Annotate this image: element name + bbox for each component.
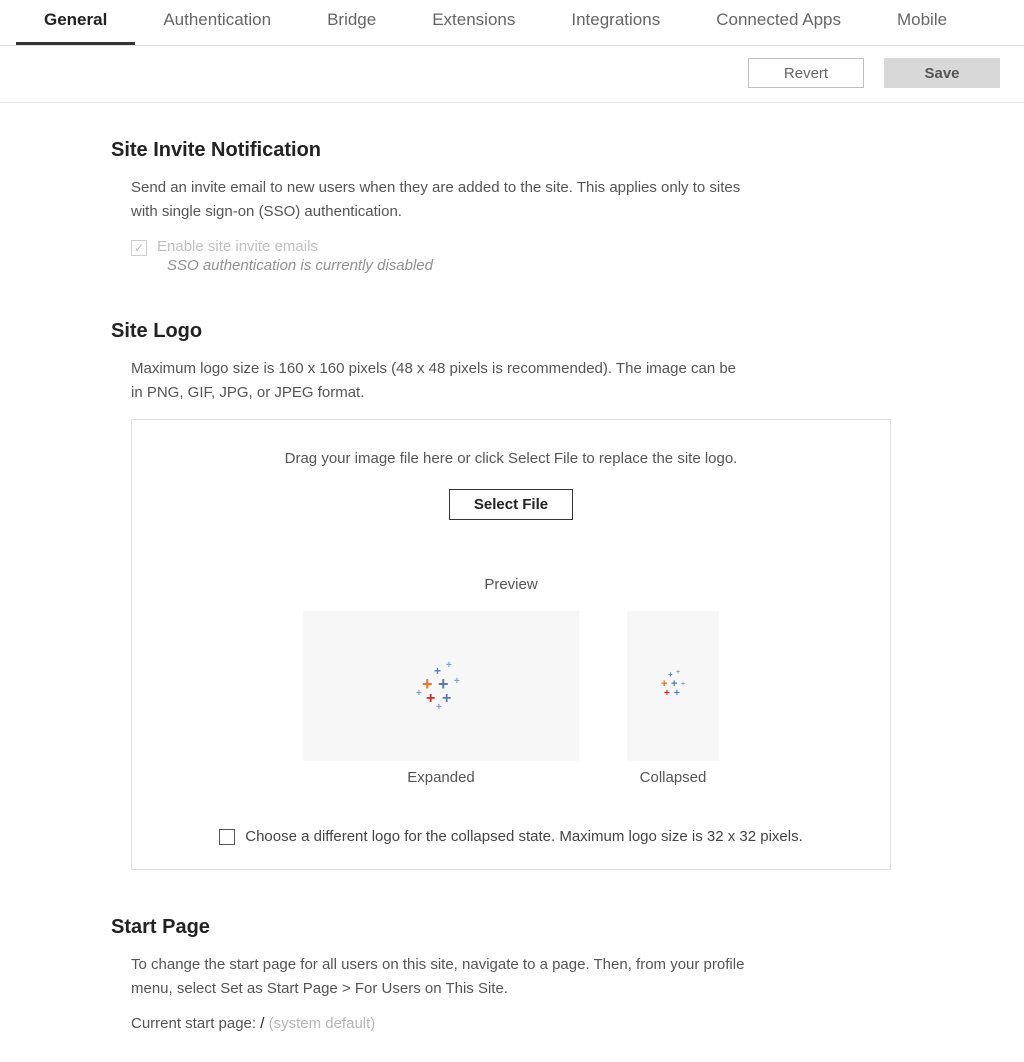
tab-mobile[interactable]: Mobile xyxy=(869,0,975,45)
start-page-current-path: / xyxy=(260,1015,264,1032)
preview-expanded-box: + + + + + + + + + xyxy=(303,611,579,761)
logo-icon: + + + + + + + + + xyxy=(416,661,466,711)
different-collapsed-logo-checkbox[interactable] xyxy=(219,829,235,845)
preview-collapsed-caption: Collapsed xyxy=(627,769,719,786)
tab-integrations[interactable]: Integrations xyxy=(543,0,688,45)
settings-tabs: General Authentication Bridge Extensions… xyxy=(0,0,1024,46)
site-invite-desc: Send an invite email to new users when t… xyxy=(131,176,751,224)
logo-icon-small: + + + + + + + xyxy=(658,671,688,701)
logo-drop-zone[interactable]: Drag your image file here or click Selec… xyxy=(131,419,891,870)
save-button[interactable]: Save xyxy=(884,58,1000,88)
site-logo-heading: Site Logo xyxy=(111,320,900,343)
revert-button[interactable]: Revert xyxy=(748,58,864,88)
site-invite-heading: Site Invite Notification xyxy=(111,139,900,162)
start-page-current-label: Current start page: xyxy=(131,1015,256,1032)
enable-invite-note: SSO authentication is currently disabled xyxy=(167,257,433,274)
enable-invite-label-group: Enable site invite emails SSO authentica… xyxy=(157,238,433,274)
start-page-current: Current start page: / (system default) xyxy=(131,1015,900,1032)
different-collapsed-logo-label: Choose a different logo for the collapse… xyxy=(245,828,803,845)
enable-invite-label: Enable site invite emails xyxy=(157,238,433,255)
preview-collapsed-box: + + + + + + + xyxy=(627,611,719,761)
logo-preview-row: + + + + + + + + + Expanded + xyxy=(156,611,866,786)
preview-expanded-caption: Expanded xyxy=(303,769,579,786)
site-logo-desc: Maximum logo size is 160 x 160 pixels (4… xyxy=(131,357,751,405)
start-page-current-default: (system default) xyxy=(269,1015,376,1032)
preview-expanded-col: + + + + + + + + + Expanded xyxy=(303,611,579,786)
tab-extensions[interactable]: Extensions xyxy=(404,0,543,45)
start-page-heading: Start Page xyxy=(111,916,900,939)
enable-invite-checkbox[interactable] xyxy=(131,240,147,256)
enable-invite-checkbox-row: Enable site invite emails SSO authentica… xyxy=(131,238,900,274)
preview-collapsed-col: + + + + + + + Collapsed xyxy=(627,611,719,786)
tab-connected-apps[interactable]: Connected Apps xyxy=(688,0,869,45)
action-bar: Revert Save xyxy=(0,46,1024,103)
select-file-button[interactable]: Select File xyxy=(449,489,573,520)
tab-authentication[interactable]: Authentication xyxy=(135,0,299,45)
tab-bridge[interactable]: Bridge xyxy=(299,0,404,45)
preview-label: Preview xyxy=(156,576,866,593)
different-collapsed-logo-row: Choose a different logo for the collapse… xyxy=(156,828,866,845)
start-page-desc: To change the start page for all users o… xyxy=(131,953,751,1001)
logo-drop-instruction: Drag your image file here or click Selec… xyxy=(156,450,866,467)
settings-content: Site Invite Notification Send an invite … xyxy=(0,103,900,1062)
tab-general[interactable]: General xyxy=(16,0,135,45)
